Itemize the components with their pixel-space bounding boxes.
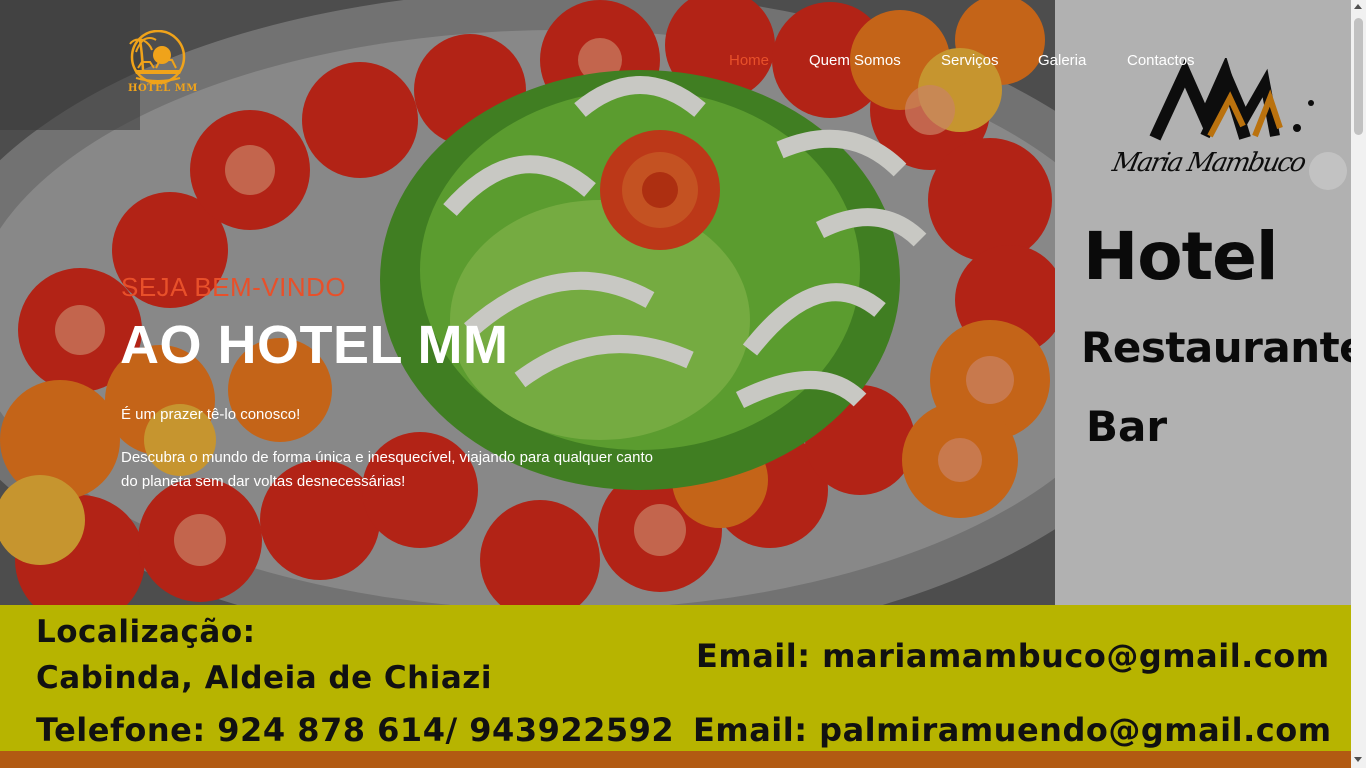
hero-paragraph-2: Descubra o mundo de forma única e inesqu… [121,449,654,490]
email-text-1: Email: mariamambuco@gmail.com [696,637,1330,675]
contact-band-bottom-strip [0,751,1351,768]
hotel-logo-text: HOTEL MM [128,83,198,94]
email-text-2: Email: palmiramuendo@gmail.com [693,711,1332,749]
location-label: Localização: [36,614,256,650]
page-scrollbar[interactable] [1351,0,1366,768]
nav-galeria[interactable]: Galeria [1038,52,1086,69]
hero-headline: AO HOTEL MM [120,315,509,375]
nav-quem-somos[interactable]: Quem Somos [809,52,901,69]
hero-section: Maria Mambuco Hotel Restaurante Bar Loca… [0,0,1351,768]
welcome-subtitle: SEJA BEM-VINDO [121,272,347,302]
nav-home[interactable]: Home [729,52,769,69]
scrollbar-thumb[interactable] [1354,18,1363,135]
phone-text: Telefone: 924 878 614/ 943922592 [36,711,675,749]
nav-servicos[interactable]: Serviços [941,52,999,69]
location-value: Cabinda, Aldeia de Chiazi [36,660,492,696]
hero-paragraph-1: É um prazer tê-lo conosco! [121,406,301,423]
nav-contactos[interactable]: Contactos [1127,52,1195,69]
scroll-down-arrow-icon[interactable] [1354,757,1362,762]
scroll-up-arrow-icon[interactable] [1354,4,1362,9]
